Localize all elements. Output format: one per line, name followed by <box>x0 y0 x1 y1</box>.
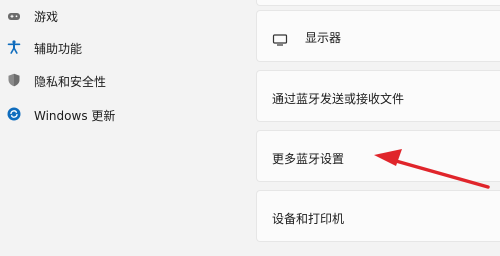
sidebar-item-privacy-security[interactable]: 隐私和安全性 <box>0 64 240 96</box>
windows-update-icon <box>7 107 21 121</box>
settings-card-display[interactable]: 显示器 <box>256 10 500 62</box>
settings-card-top[interactable] <box>256 0 500 6</box>
sidebar-item-gaming[interactable]: 游戏 <box>0 0 240 32</box>
main-content: 显示器 通过蓝牙发送或接收文件 更多蓝牙设置 设备和打印机 <box>256 0 500 256</box>
accessibility-icon <box>7 40 21 54</box>
card-label: 更多蓝牙设置 <box>272 152 345 166</box>
card-label: 通过蓝牙发送或接收文件 <box>272 92 405 106</box>
sidebar-item-accessibility[interactable]: 辅助功能 <box>0 31 240 63</box>
sidebar: 游戏 辅助功能 隐私和安全性 Windows 更新 <box>0 0 250 256</box>
display-icon <box>272 31 288 46</box>
game-controller-icon <box>7 9 21 23</box>
sidebar-item-label: Windows 更新 <box>34 109 116 123</box>
settings-card-more-bluetooth[interactable]: 更多蓝牙设置 <box>256 130 500 182</box>
shield-icon <box>7 73 21 87</box>
sidebar-item-label: 辅助功能 <box>34 42 83 56</box>
sidebar-item-label: 游戏 <box>34 10 59 24</box>
sidebar-item-windows-update[interactable]: Windows 更新 <box>0 98 240 130</box>
sidebar-item-label: 隐私和安全性 <box>34 75 107 89</box>
card-label: 设备和打印机 <box>272 212 345 226</box>
card-label: 显示器 <box>305 31 342 45</box>
settings-card-bluetooth-file-transfer[interactable]: 通过蓝牙发送或接收文件 <box>256 70 500 122</box>
settings-card-devices-printers[interactable]: 设备和打印机 <box>256 190 500 242</box>
